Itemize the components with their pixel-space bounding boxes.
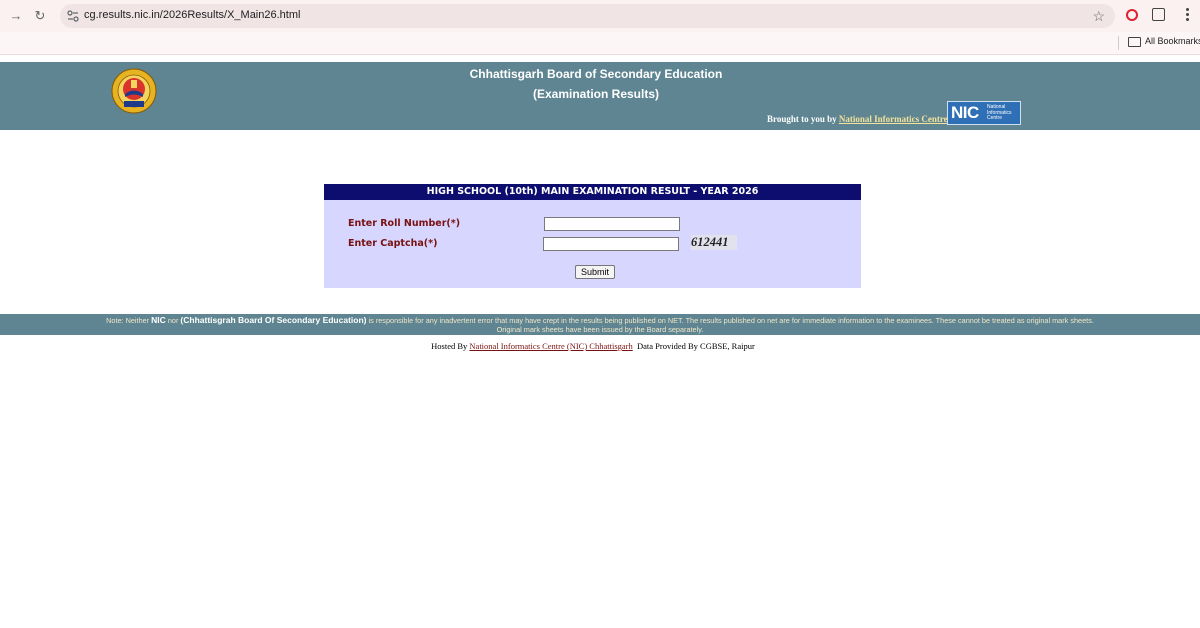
- note-rest: is responsible for any inadvertent error…: [368, 316, 1094, 325]
- all-bookmarks-link[interactable]: All Bookmarks: [1145, 36, 1200, 46]
- opera-icon[interactable]: [1126, 9, 1138, 21]
- form-heading: HIGH SCHOOL (10th) MAIN EXAMINATION RESU…: [324, 184, 861, 200]
- submit-button[interactable]: Submit: [575, 265, 615, 279]
- address-bar[interactable]: cg.results.nic.in/2026Results/X_Main26.h…: [60, 4, 1115, 28]
- nic-logo-text: NIC: [951, 103, 979, 122]
- extensions-icon[interactable]: [1152, 8, 1165, 21]
- hosted-by-line: Hosted By National Informatics Centre (N…: [0, 341, 1186, 351]
- roll-number-input[interactable]: [544, 217, 680, 231]
- nic-logo[interactable]: NIC National Informatics Centre: [947, 101, 1021, 125]
- captcha-input[interactable]: [543, 237, 679, 251]
- page-title: Chhattisgarh Board of Secondary Educatio…: [469, 67, 723, 81]
- brought-by-text: Brought to you by National Informatics C…: [767, 114, 948, 124]
- note-nic: NIC: [151, 315, 166, 325]
- data-provided-text: Data Provided By CGBSE, Raipur: [637, 341, 755, 351]
- folder-icon[interactable]: [1128, 37, 1141, 47]
- bookmarks-bar: All Bookmarks: [0, 32, 1200, 55]
- site-header: Chhattisgarh Board of Secondary Educatio…: [0, 62, 1200, 130]
- note-line2: Original mark sheets have been issued by…: [496, 325, 704, 334]
- note-nor: nor: [167, 316, 179, 325]
- disclaimer-note: Note: Neither NIC nor (Chhattisgrah Boar…: [0, 314, 1200, 335]
- result-form: HIGH SCHOOL (10th) MAIN EXAMINATION RESU…: [324, 184, 861, 288]
- url-text[interactable]: cg.results.nic.in/2026Results/X_Main26.h…: [84, 9, 300, 21]
- menu-dots-icon[interactable]: [1186, 8, 1190, 24]
- nic-logo-small-text: National Informatics Centre: [987, 104, 1012, 121]
- note-prefix: Note: Neither: [106, 316, 150, 325]
- browser-toolbar: → ↻ cg.results.nic.in/2026Results/X_Main…: [0, 0, 1200, 32]
- captcha-label: Enter Captcha(*): [348, 238, 438, 249]
- roll-number-label: Enter Roll Number(*): [348, 218, 461, 229]
- nic-chhattisgarh-link[interactable]: National Informatics Centre (NIC) Chhatt…: [469, 341, 632, 351]
- brought-by-prefix: Brought to you by: [767, 114, 837, 124]
- reload-icon[interactable]: ↻: [32, 8, 48, 24]
- back-arrow-icon[interactable]: →: [8, 8, 24, 24]
- page-subtitle: (Examination Results): [532, 87, 660, 101]
- captcha-code: 612441: [691, 235, 737, 250]
- bookmarks-separator: [1118, 36, 1119, 50]
- bookmark-star-icon[interactable]: ☆: [1092, 7, 1105, 25]
- nic-link[interactable]: National Informatics Centre: [839, 114, 948, 124]
- note-board: (Chhattisgrah Board Of Secondary Educati…: [180, 315, 367, 325]
- hosted-prefix: Hosted By: [431, 341, 468, 351]
- site-info-icon[interactable]: [66, 8, 80, 24]
